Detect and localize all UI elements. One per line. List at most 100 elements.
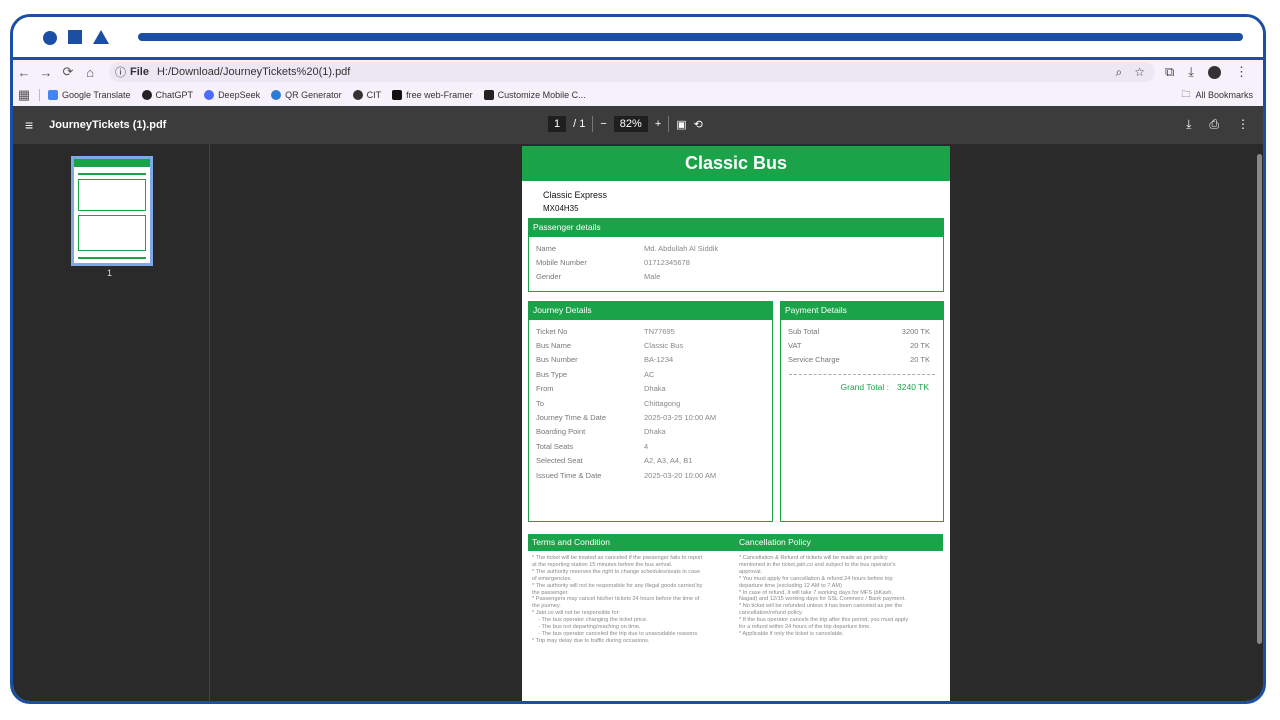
row-value: 01712345678 xyxy=(644,258,690,268)
row-key: VAT xyxy=(788,341,802,351)
payment-row: Service Charge 20 TK xyxy=(788,353,930,367)
row-value: Male xyxy=(644,272,661,282)
framer-icon xyxy=(392,90,403,100)
grand-total-value: 3240 TK xyxy=(897,382,929,393)
menu-icon[interactable]: ⋮ xyxy=(1235,64,1248,80)
row-key: To xyxy=(536,398,544,408)
detail-row: To Chittagong xyxy=(536,396,772,410)
detail-row: Journey Time & Date 2025-03-25 10:00 AM xyxy=(536,410,772,424)
forward-icon[interactable]: → xyxy=(35,65,57,80)
zoom-in-icon[interactable]: + xyxy=(655,118,661,130)
pdf-toolbar: ≡ JourneyTickets (1).pdf 1 / 1 − 82% + ▣… xyxy=(13,106,1263,144)
bookmark-customize-mobile[interactable]: Customize Mobile C... xyxy=(483,90,586,100)
bookmark-label: DeepSeek xyxy=(218,90,261,100)
row-key: Total Seats xyxy=(536,441,574,451)
cancellation-header-bar: Cancellation Policy xyxy=(735,534,943,551)
row-key: Selected Seat xyxy=(536,456,583,466)
fit-page-icon[interactable]: ▣ xyxy=(676,118,686,131)
detail-row: Boarding Point Dhaka xyxy=(536,425,772,439)
detail-row: Gender Male xyxy=(536,270,943,284)
apps-icon[interactable]: ▦ xyxy=(13,87,35,103)
bookmark-cit[interactable]: CIT xyxy=(352,90,381,100)
avatar[interactable] xyxy=(1208,65,1222,79)
scrollbar-thumb[interactable] xyxy=(1257,154,1262,644)
row-key: Bus Number xyxy=(536,355,578,365)
circle-icon xyxy=(43,31,57,45)
hamburger-icon[interactable]: ≡ xyxy=(25,117,33,133)
payment-row: VAT 20 TK xyxy=(788,338,930,352)
url-text[interactable]: H:/Download/JourneyTickets%20(1).pdf xyxy=(157,66,350,78)
detail-row: From Dhaka xyxy=(536,382,772,396)
star-icon[interactable]: ☆ xyxy=(1134,65,1145,80)
row-value: 20 TK xyxy=(910,341,930,351)
all-bookmarks[interactable]: 🗀 All Bookmarks xyxy=(1181,87,1253,103)
row-key: Boarding Point xyxy=(536,427,586,437)
detail-row: Total Seats 4 xyxy=(536,439,772,453)
row-key: Name xyxy=(536,243,557,253)
row-value: A2, A3, A4, B1 xyxy=(644,456,693,466)
thumbnail-sidebar: 1 xyxy=(13,144,210,701)
extensions-icon[interactable]: ⧉ xyxy=(1165,64,1174,80)
company-name: Classic Express xyxy=(543,190,608,200)
reload-icon[interactable]: ⟳ xyxy=(57,64,79,80)
row-value: Dhaka xyxy=(644,427,666,437)
journey-details: Journey Details Ticket No TN77695 Bus Nam… xyxy=(528,301,773,522)
detail-row: Issued Time & Date 2025-03-20 10:00 AM xyxy=(536,468,772,482)
zoom-input[interactable]: 82% xyxy=(613,116,648,132)
info-icon[interactable]: ⓘ xyxy=(115,64,126,80)
folder-icon: 🗀 xyxy=(1181,89,1191,99)
triangle-icon xyxy=(93,30,109,44)
zoom-icon[interactable]: ⌕ xyxy=(1116,65,1123,80)
detail-row: Ticket No TN77695 xyxy=(536,324,772,338)
detail-row: Selected Seat A2, A3, A4, B1 xyxy=(536,454,772,468)
bag-icon xyxy=(483,90,494,100)
page-thumbnail[interactable] xyxy=(71,156,153,266)
bookmarks-bar: ▦ Google Translate ChatGPT DeepSeek QR G… xyxy=(13,84,1263,107)
pdf-filename: JourneyTickets (1).pdf xyxy=(49,119,167,131)
row-key: From xyxy=(536,384,554,394)
bookmark-deepseek[interactable]: DeepSeek xyxy=(204,90,260,100)
row-value: 20 TK xyxy=(910,355,930,365)
more-icon[interactable]: ⋮ xyxy=(1237,117,1249,132)
scrollbar[interactable] xyxy=(1257,144,1263,701)
square-icon xyxy=(68,30,82,44)
row-value: Dhaka xyxy=(644,384,666,394)
screenshot-frame: ← → ⟳ ⌂ ⓘ File H:/Download/JourneyTicket… xyxy=(10,14,1266,704)
plate-number: MX04H35 xyxy=(543,204,579,213)
rotate-icon[interactable]: ⟲ xyxy=(694,118,703,131)
home-icon[interactable]: ⌂ xyxy=(79,65,101,80)
row-key: Bus Name xyxy=(536,341,572,351)
print-icon[interactable]: ⎙ xyxy=(1209,117,1219,132)
zoom-out-icon[interactable]: − xyxy=(600,118,606,130)
bookmark-google-translate[interactable]: Google Translate xyxy=(48,90,131,100)
row-value: BA-1234 xyxy=(644,355,674,365)
divider xyxy=(592,116,594,132)
row-key: Mobile Number xyxy=(536,258,587,268)
row-value: 4 xyxy=(644,441,649,451)
translate-icon xyxy=(48,90,58,100)
url-scheme: File xyxy=(130,66,149,78)
pdf-viewer: Classic Bus Classic Express MX04H35 Pass… xyxy=(210,144,1263,701)
cancellation-text: * Cancellation & Refund of tickets will … xyxy=(739,555,909,637)
bookmark-label: Customize Mobile C... xyxy=(497,90,586,100)
payment-row: Sub Total 3200 TK xyxy=(788,324,930,338)
download-icon[interactable]: ⤓ xyxy=(1186,117,1191,132)
chatgpt-icon xyxy=(141,90,152,100)
bookmark-qr-generator[interactable]: QR Generator xyxy=(271,90,342,100)
row-value: 2025-03-20 10:00 AM xyxy=(644,470,717,480)
terms-header-bar: Terms and Condition xyxy=(528,534,735,551)
address-bar[interactable]: ⓘ File H:/Download/JourneyTickets%20(1).… xyxy=(109,62,1155,82)
bookmark-framer[interactable]: free web-Framer xyxy=(392,90,473,100)
thumbnail-page-number: 1 xyxy=(107,268,113,278)
decorative-bar xyxy=(138,33,1243,41)
row-key: Service Charge xyxy=(788,355,840,365)
download-icon[interactable]: ⤓ xyxy=(1188,64,1194,80)
page-number-input[interactable]: 1 xyxy=(548,116,567,132)
divider xyxy=(668,116,670,132)
row-value: Classic Bus xyxy=(644,341,684,351)
back-icon[interactable]: ← xyxy=(13,65,35,80)
grand-total: Grand Total : 3240 TK xyxy=(781,382,930,393)
bookmark-chatgpt[interactable]: ChatGPT xyxy=(141,90,193,100)
row-key: Bus Type xyxy=(536,369,568,379)
page-controls: 1 / 1 − 82% + ▣ ⟲ xyxy=(548,116,703,132)
